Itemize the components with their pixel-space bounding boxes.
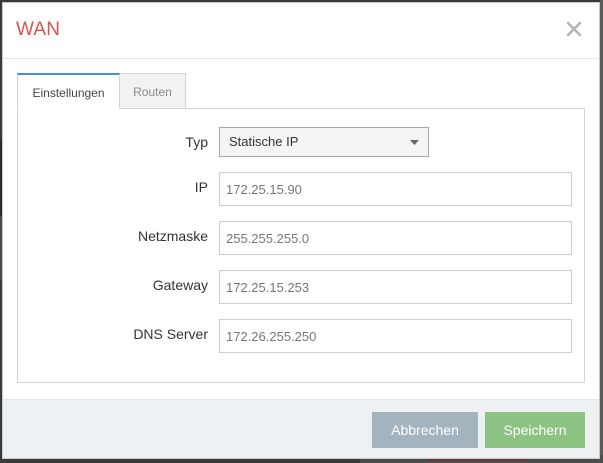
close-icon bbox=[566, 21, 582, 37]
gateway-input[interactable] bbox=[219, 270, 572, 304]
netmask-label: Netzmaske bbox=[137, 228, 208, 244]
form-row-ip: IP bbox=[18, 172, 584, 206]
netmask-input[interactable] bbox=[219, 221, 572, 255]
dns-label: DNS Server bbox=[133, 326, 208, 342]
ip-input[interactable] bbox=[219, 172, 572, 206]
save-button[interactable]: Speichern bbox=[485, 412, 585, 448]
tab-einstellungen[interactable]: Einstellungen bbox=[17, 73, 120, 109]
dns-input[interactable] bbox=[219, 319, 572, 353]
type-select[interactable]: Statische IP bbox=[219, 127, 429, 157]
form-row-dns: DNS Server bbox=[18, 319, 584, 353]
dialog-footer: Abbrechen Speichern bbox=[3, 399, 599, 458]
dialog-header: WAN bbox=[3, 3, 599, 59]
close-button[interactable] bbox=[563, 18, 585, 40]
wan-dialog: WAN Einstellungen Routen Typ Statische I… bbox=[2, 2, 600, 459]
cancel-button[interactable]: Abbrechen bbox=[372, 412, 478, 448]
dialog-title: WAN bbox=[16, 19, 61, 40]
settings-panel: Typ Statische IP IP Netzmaske Gateway DN… bbox=[17, 108, 585, 383]
type-select-value: Statische IP bbox=[229, 134, 299, 149]
caret-down-icon bbox=[410, 140, 419, 145]
tab-routen[interactable]: Routen bbox=[120, 73, 186, 109]
form-row-gateway: Gateway bbox=[18, 270, 584, 304]
form-row-netmask: Netzmaske bbox=[18, 221, 584, 255]
type-label: Typ bbox=[185, 134, 208, 150]
ip-label: IP bbox=[194, 179, 208, 195]
gateway-label: Gateway bbox=[152, 277, 208, 293]
form-row-type: Typ Statische IP bbox=[18, 127, 584, 161]
